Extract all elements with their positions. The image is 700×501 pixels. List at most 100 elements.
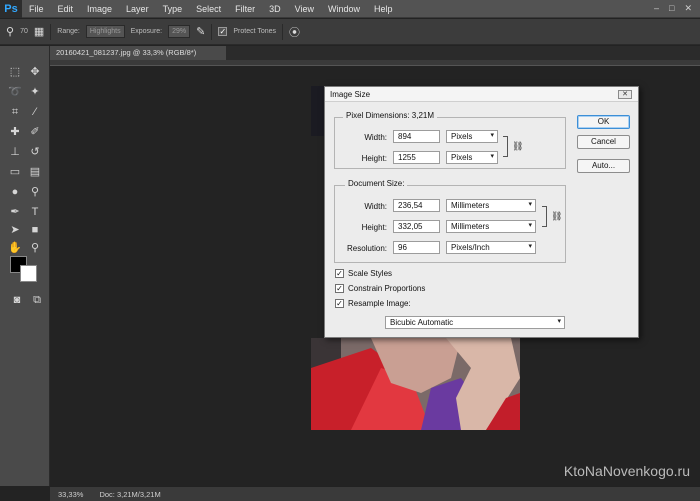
resolution-unit-select[interactable]: Pixels/Inch ▾ — [446, 241, 536, 254]
document-link-bracket — [542, 206, 547, 227]
move-tool-icon[interactable]: ✥ — [26, 64, 44, 80]
quick-mask-icon[interactable]: ◙ — [8, 292, 26, 308]
chain-link-icon: ⛓ — [551, 211, 563, 221]
document-size-title: Document Size: — [345, 179, 408, 188]
menu-edit[interactable]: Edit — [51, 4, 81, 14]
doc-width-unit-select[interactable]: Millimeters ▾ — [446, 199, 536, 212]
doc-height-label: Height: — [361, 223, 387, 232]
menu-window[interactable]: Window — [321, 4, 367, 14]
menu-layer[interactable]: Layer — [119, 4, 156, 14]
protect-tones-checkbox[interactable]: ✓ — [218, 27, 228, 36]
doc-height-input[interactable]: 332,05 — [393, 220, 440, 233]
background-color-swatch[interactable] — [20, 265, 37, 282]
brush-panel-icon[interactable]: ▦ — [34, 25, 44, 38]
document-tab[interactable]: 20160421_081237.jpg @ 33,3% (RGB/8*) — [50, 46, 226, 60]
pixel-width-unit: Pixels — [451, 132, 473, 141]
resample-image-label: Resample Image: — [348, 299, 411, 308]
blur-tool-icon[interactable]: ● — [6, 184, 24, 200]
path-selection-tool-icon[interactable]: ➤ — [6, 222, 24, 238]
menu-help[interactable]: Help — [367, 4, 400, 14]
screen-mode-icon[interactable]: ⧉ — [28, 292, 46, 308]
resample-image-option[interactable]: ✓ Resample Image: — [335, 299, 411, 308]
window-controls: – □ ✕ — [654, 3, 700, 14]
chain-link-icon: ⛓ — [512, 141, 524, 151]
minimize-icon[interactable]: – — [654, 3, 659, 14]
gradient-tool-icon[interactable]: ▤ — [26, 164, 44, 180]
constrain-proportions-option[interactable]: ✓ Constrain Proportions — [335, 284, 425, 293]
separator — [282, 23, 284, 40]
shape-tool-icon[interactable]: ■ — [26, 222, 44, 238]
pixel-link-bracket — [503, 136, 508, 157]
auto-button[interactable]: Auto... — [577, 159, 630, 173]
pixel-height-unit-select[interactable]: Pixels ▾ — [446, 151, 498, 164]
pressure-icon[interactable]: ⦿ — [289, 24, 300, 40]
resample-method-select[interactable]: Bicubic Automatic ▾ — [385, 316, 565, 329]
status-bar: 33,33% Doc: 3,21M/3,21M — [50, 486, 700, 501]
healing-brush-tool-icon[interactable]: ✚ — [6, 124, 24, 140]
scale-styles-label: Scale Styles — [348, 269, 393, 278]
watermark: KtoNaNovenkogo.ru — [563, 463, 690, 479]
pixel-height-unit: Pixels — [451, 153, 473, 162]
menu-3d[interactable]: 3D — [262, 4, 288, 14]
doc-width-label: Width: — [364, 202, 387, 211]
menu-view[interactable]: View — [288, 4, 321, 14]
resample-image-checkbox[interactable]: ✓ — [335, 299, 344, 308]
menu-image[interactable]: Image — [80, 4, 119, 14]
brush-tool-icon[interactable]: ✐ — [26, 124, 44, 140]
menu-select[interactable]: Select — [189, 4, 228, 14]
pixel-width-input[interactable]: 894 — [393, 130, 440, 143]
menu-file[interactable]: File — [22, 4, 51, 14]
history-brush-tool-icon[interactable]: ↺ — [26, 144, 44, 160]
scale-styles-option[interactable]: ✓ Scale Styles — [335, 269, 392, 278]
maximize-icon[interactable]: □ — [669, 3, 674, 14]
dodge-tool-icon[interactable]: ⚲ — [26, 184, 44, 200]
exposure-label: Exposure: — [130, 28, 163, 35]
zoom-level[interactable]: 33,33% — [58, 490, 83, 499]
scale-styles-checkbox[interactable]: ✓ — [335, 269, 344, 278]
brush-size-label[interactable]: 70 — [20, 28, 28, 35]
magic-wand-tool-icon[interactable]: ✦ — [26, 84, 44, 100]
dodge-tool-icon[interactable]: ⚲ — [6, 25, 14, 38]
ok-button[interactable]: OK — [577, 115, 630, 129]
chevron-down-icon: ▾ — [490, 132, 494, 139]
chevron-down-icon: ▾ — [528, 243, 532, 250]
close-icon[interactable]: ✕ — [618, 90, 632, 99]
range-select[interactable]: Highlights — [85, 25, 125, 38]
cancel-button[interactable]: Cancel — [577, 135, 630, 149]
constrain-proportions-checkbox[interactable]: ✓ — [335, 284, 344, 293]
pen-tool-icon[interactable]: ✒ — [6, 204, 24, 220]
marquee-tool-icon[interactable]: ⬚ — [6, 64, 24, 80]
document-info[interactable]: Doc: 3,21M/3,21M — [99, 490, 160, 499]
protect-tones-label: Protect Tones — [233, 28, 277, 35]
doc-width-input[interactable]: 236,54 — [393, 199, 440, 212]
chevron-down-icon: ▾ — [490, 153, 494, 160]
pixel-width-unit-select[interactable]: Pixels ▾ — [446, 130, 498, 143]
type-tool-icon[interactable]: T — [26, 204, 44, 220]
pixel-dimensions-title: Pixel Dimensions: 3,21M — [343, 111, 438, 120]
close-window-icon[interactable]: ✕ — [684, 3, 692, 14]
resolution-input[interactable]: 96 — [393, 241, 440, 254]
hand-tool-icon[interactable]: ✋ — [6, 240, 24, 256]
menu-type[interactable]: Type — [156, 4, 190, 14]
crop-tool-icon[interactable]: ⌗ — [6, 104, 24, 120]
photo-image — [311, 338, 520, 430]
resolution-unit: Pixels/Inch — [451, 243, 490, 252]
separator — [50, 23, 52, 40]
doc-height-unit-select[interactable]: Millimeters ▾ — [446, 220, 536, 233]
exposure-input[interactable]: 29% — [168, 25, 191, 38]
resample-method: Bicubic Automatic — [390, 318, 454, 327]
doc-width-unit: Millimeters — [451, 201, 490, 210]
doc-height-unit: Millimeters — [451, 222, 490, 231]
menu-filter[interactable]: Filter — [228, 4, 262, 14]
zoom-tool-icon[interactable]: ⚲ — [26, 240, 44, 256]
range-label: Range: — [57, 28, 80, 35]
eyedropper-tool-icon[interactable]: ⁄ — [26, 104, 44, 120]
image-size-dialog: Image Size ✕ Pixel Dimensions: 3,21M Wid… — [324, 86, 639, 338]
chevron-down-icon: ▾ — [528, 201, 532, 208]
dialog-title: Image Size — [325, 87, 638, 102]
airbrush-icon[interactable]: ✎ — [196, 25, 205, 38]
eraser-tool-icon[interactable]: ▭ — [6, 164, 24, 180]
pixel-height-input[interactable]: 1255 — [393, 151, 440, 164]
lasso-tool-icon[interactable]: ➰ — [6, 84, 24, 100]
clone-stamp-tool-icon[interactable]: ⊥ — [6, 144, 24, 160]
